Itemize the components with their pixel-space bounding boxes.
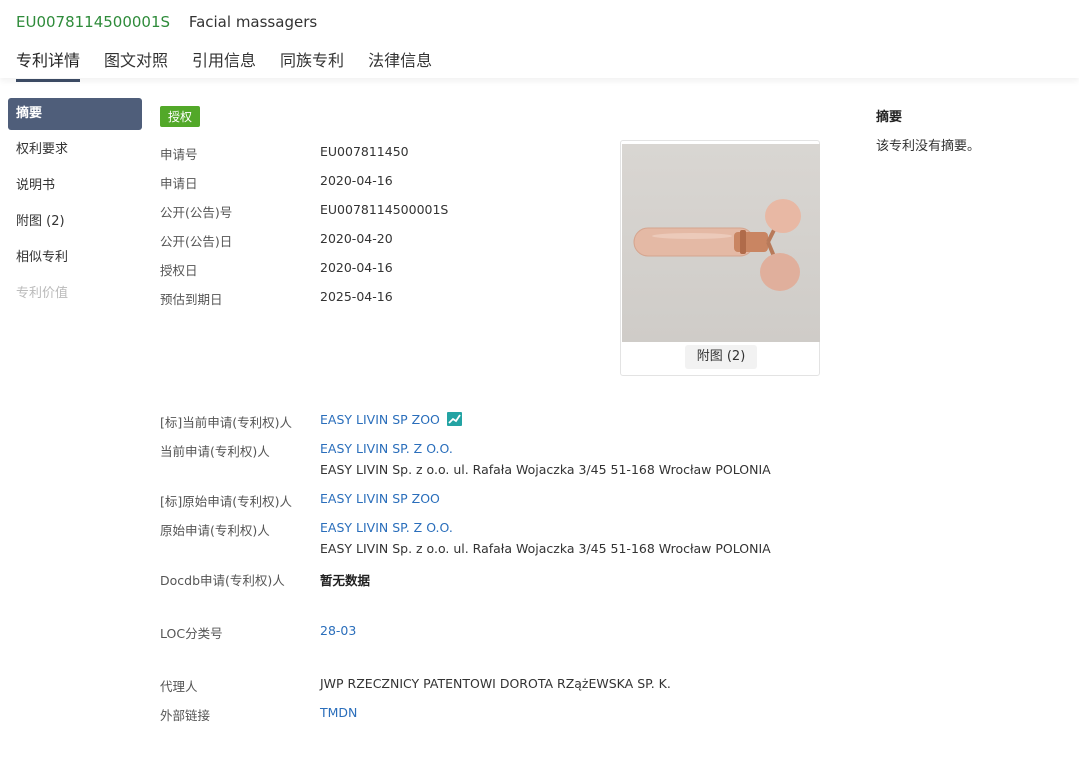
value-grant-date: 2020-04-16: [320, 260, 393, 275]
original-applicant-link[interactable]: EASY LIVIN SP. Z O.O.: [320, 520, 453, 535]
figure-card: 附图 (2): [620, 140, 820, 376]
current-applicant-address: EASY LIVIN Sp. z o.o. ul. Rafała Wojaczk…: [320, 462, 771, 477]
label-loc-class: LOC分类号: [160, 626, 223, 641]
label-application-no: 申请号: [160, 147, 198, 162]
trend-chart-icon[interactable]: [446, 412, 462, 426]
tab-legal[interactable]: 法律信息: [368, 47, 432, 82]
nav-claims[interactable]: 权利要求: [8, 134, 142, 166]
nav-description[interactable]: 说明书: [8, 170, 142, 202]
label-expiry-date: 预估到期日: [160, 292, 223, 307]
nav-figures[interactable]: 附图 (2): [8, 206, 142, 238]
label-grant-date: 授权日: [160, 263, 198, 278]
label-std-current-applicant: [标]当前申请(专利权)人: [160, 415, 293, 430]
label-application-date: 申请日: [160, 176, 198, 191]
title-row: EU0078114500001S Facial massagers: [16, 13, 317, 31]
value-publication-no: EU0078114500001S: [320, 202, 449, 217]
external-link-tmdn[interactable]: TMDN: [320, 705, 357, 720]
tab-patent-details[interactable]: 专利详情: [16, 47, 81, 82]
figures-button[interactable]: 附图 (2): [685, 345, 757, 369]
std-current-applicant-link[interactable]: EASY LIVIN SP ZOO: [320, 412, 440, 427]
tab-citations[interactable]: 引用信息: [192, 47, 256, 82]
label-original-applicant: 原始申请(专利权)人: [160, 523, 270, 538]
label-publication-date: 公开(公告)日: [160, 234, 233, 249]
status-badge: 授权: [160, 106, 201, 127]
patent-title: Facial massagers: [188, 13, 318, 31]
std-original-applicant-link[interactable]: EASY LIVIN SP ZOO: [320, 491, 440, 506]
label-agent: 代理人: [160, 679, 198, 694]
header-bar: EU0078114500001S Facial massagers 专利详情 图…: [0, 0, 1079, 82]
abstract-text: 该专利没有摘要。: [876, 139, 981, 154]
label-docdb-applicant: Docdb申请(专利权)人: [160, 573, 285, 588]
original-applicant-address: EASY LIVIN Sp. z o.o. ul. Rafała Wojaczk…: [320, 541, 771, 556]
facial-roller-image: [633, 199, 801, 291]
label-current-applicant: 当前申请(专利权)人: [160, 444, 270, 459]
value-application-date: 2020-04-16: [320, 173, 393, 188]
nav-abstract[interactable]: 摘要: [8, 98, 142, 130]
value-std-current-applicant: EASY LIVIN SP ZOO: [320, 412, 462, 427]
abstract-title: 摘要: [876, 110, 903, 125]
label-publication-no: 公开(公告)号: [160, 205, 233, 220]
tab-bar: 专利详情 图文对照 引用信息 同族专利 法律信息: [16, 47, 456, 82]
value-agent: JWP RZECZNICY PATENTOWI DOROTA RZążEWSKA…: [320, 676, 671, 691]
value-docdb-applicant: 暂无数据: [320, 573, 371, 588]
figure-thumbnail[interactable]: [622, 144, 820, 342]
loc-class-link[interactable]: 28-03: [320, 623, 356, 638]
side-nav: 摘要 权利要求 说明书 附图 (2) 相似专利 专利价值: [8, 98, 142, 314]
value-expiry-date: 2025-04-16: [320, 289, 393, 304]
value-publication-date: 2020-04-20: [320, 231, 393, 246]
label-std-original-applicant: [标]原始申请(专利权)人: [160, 494, 293, 509]
publication-number: EU0078114500001S: [16, 13, 171, 31]
current-applicant-link[interactable]: EASY LIVIN SP. Z O.O.: [320, 441, 453, 456]
nav-similar[interactable]: 相似专利: [8, 242, 142, 274]
tab-family[interactable]: 同族专利: [280, 47, 344, 82]
value-application-no: EU007811450: [320, 144, 409, 159]
tab-text-figure[interactable]: 图文对照: [104, 47, 168, 82]
label-external-link: 外部链接: [160, 708, 211, 723]
nav-value: 专利价值: [16, 286, 69, 301]
